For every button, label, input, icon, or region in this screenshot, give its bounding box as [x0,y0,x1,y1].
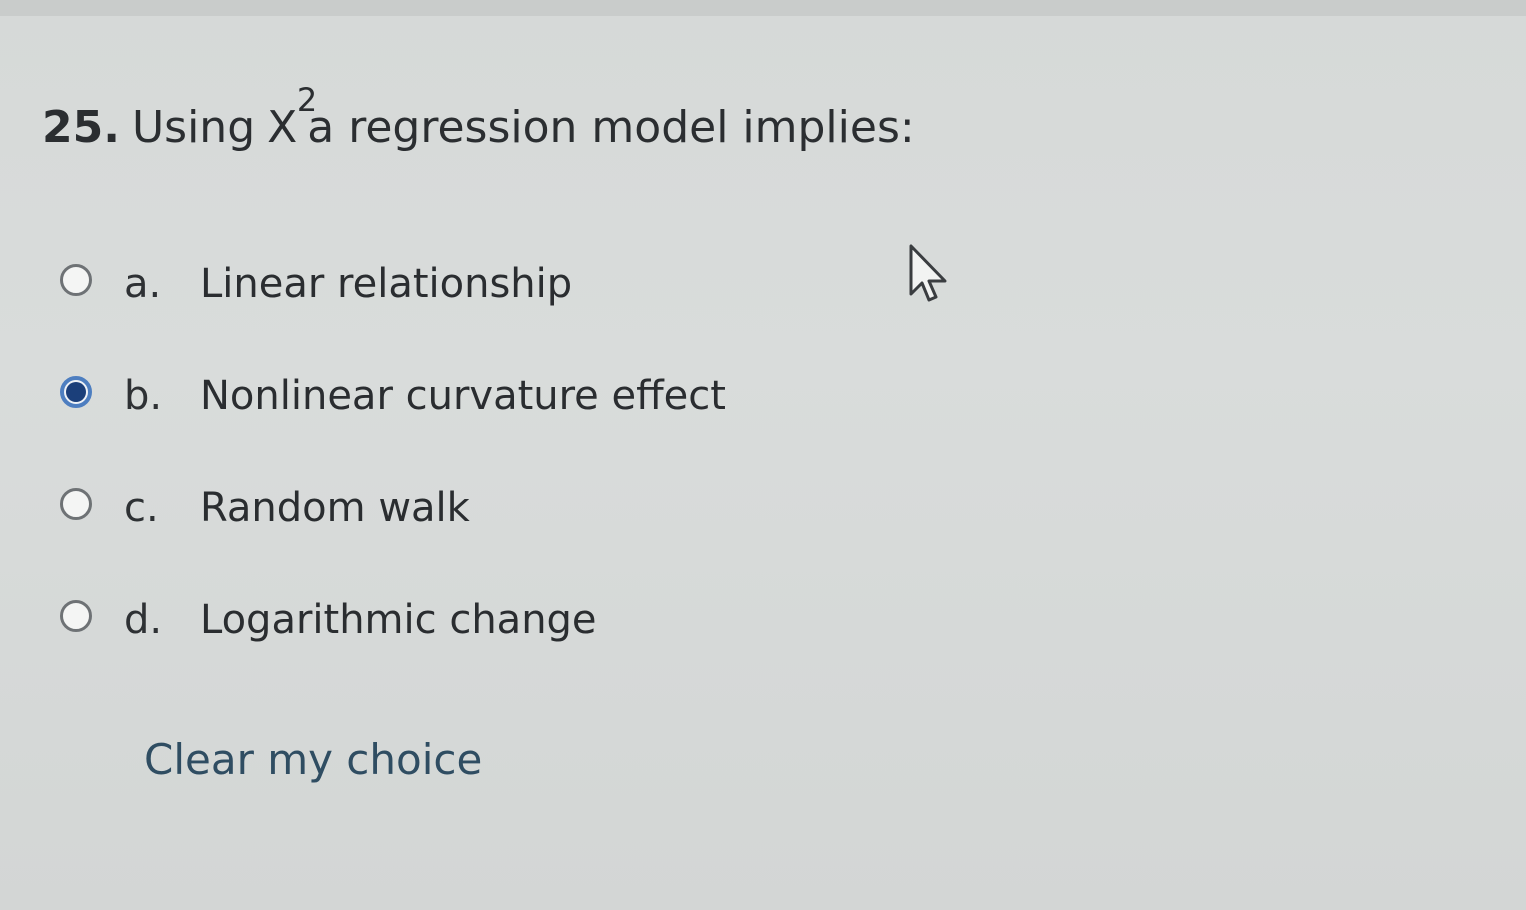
question-text-after: a regression model implies: [307,102,915,153]
question-text-before: Using [131,102,256,153]
option-c[interactable]: c. Random walk [60,482,726,594]
option-label[interactable]: Nonlinear curvature effect [200,370,726,422]
option-label[interactable]: Linear relationship [200,258,572,310]
radio-option-a[interactable] [60,264,92,296]
option-letter: b. [124,373,163,419]
variable-exponent: 2 [296,81,318,119]
option-letter: c. [124,485,159,531]
question-text: 25. Using X 2 a regression model implies: [42,81,915,158]
radio-option-c[interactable] [60,488,92,520]
option-letter: d. [124,597,163,643]
option-letter: a. [124,261,162,307]
radio-option-b[interactable] [60,376,92,408]
question-number: 25. [42,102,120,153]
radio-option-d[interactable] [60,600,92,632]
option-b[interactable]: b. Nonlinear curvature effect [60,370,726,482]
question-variable: X2 [267,81,317,158]
variable-symbol: X [267,102,298,153]
option-a[interactable]: a. Linear relationship [60,258,726,370]
option-d[interactable]: d. Logarithmic change [60,594,726,706]
answer-options: a. Linear relationship b. Nonlinear curv… [60,258,726,706]
option-label[interactable]: Logarithmic change [200,594,597,646]
top-border [0,0,1526,16]
radio-selected-dot [66,382,86,402]
clear-choice-link[interactable]: Clear my choice [144,730,482,790]
mouse-pointer-icon [909,244,947,302]
option-label[interactable]: Random walk [200,482,470,534]
